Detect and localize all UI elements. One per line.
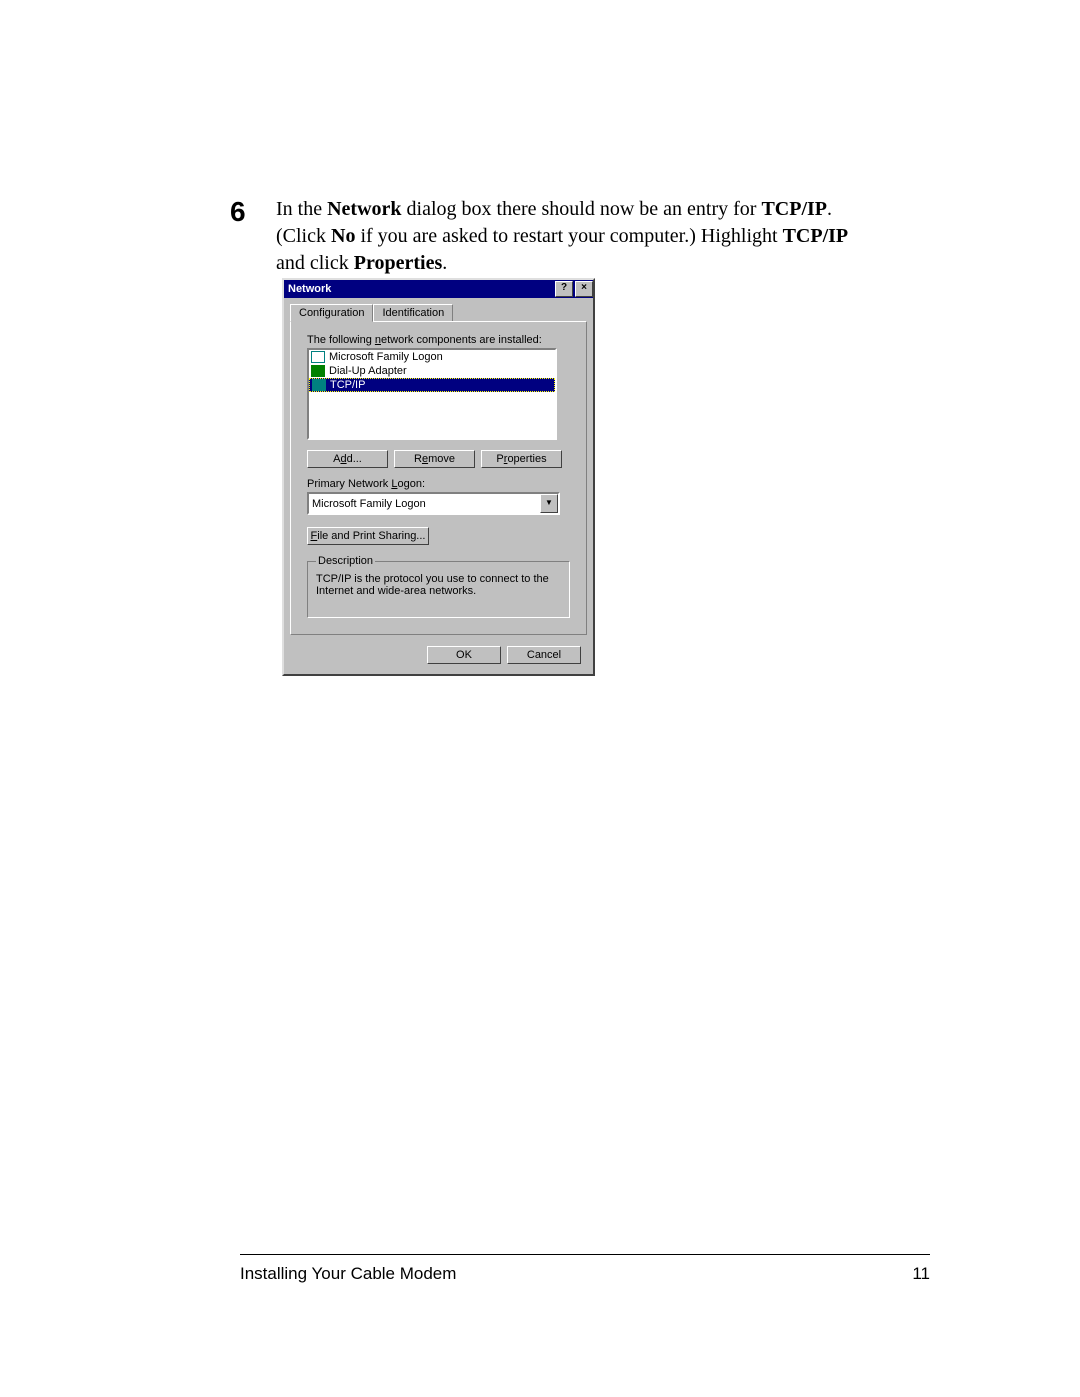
- text: ile and Print Sharing...: [317, 530, 425, 542]
- select-value: Microsoft Family Logon: [312, 498, 426, 510]
- list-item[interactable]: Microsoft Family Logon: [309, 350, 555, 364]
- list-item-label: TCP/IP: [330, 379, 365, 391]
- footer-rule: [240, 1254, 930, 1255]
- bold-network: Network: [327, 198, 401, 220]
- help-button[interactable]: ?: [555, 281, 573, 297]
- text: and click: [276, 252, 354, 274]
- description-groupbox: Description TCP/IP is the protocol you u…: [307, 555, 570, 618]
- text: etwork components are installed:: [381, 334, 542, 346]
- properties-button[interactable]: Properties: [481, 450, 562, 468]
- primary-logon-label: Primary Network Logon:: [307, 478, 570, 490]
- text: Primary Network: [307, 478, 391, 490]
- tab-identification[interactable]: Identification: [373, 304, 453, 321]
- step-instruction: In the Network dialog box there should n…: [276, 196, 850, 277]
- text: .: [442, 252, 447, 274]
- file-print-sharing-button[interactable]: File and Print Sharing...: [307, 527, 429, 545]
- bold-tcpip2: TCP/IP: [783, 225, 849, 247]
- components-listbox[interactable]: Microsoft Family Logon Dial-Up Adapter T…: [307, 348, 557, 440]
- remove-button[interactable]: Remove: [394, 450, 475, 468]
- list-item[interactable]: Dial-Up Adapter: [309, 364, 555, 378]
- titlebar[interactable]: Network ? ×: [284, 280, 593, 298]
- component-buttons: Add... Remove Properties: [307, 450, 570, 468]
- list-item-selected[interactable]: TCP/IP: [309, 378, 555, 392]
- tabs: ConfigurationIdentification: [284, 298, 593, 322]
- step-block: 6 In the Network dialog box there should…: [250, 196, 850, 277]
- titlebar-buttons: ? ×: [553, 281, 593, 297]
- list-item-label: Dial-Up Adapter: [329, 365, 407, 377]
- manual-page: 6 In the Network dialog box there should…: [0, 0, 1080, 1397]
- list-item-label: Microsoft Family Logon: [329, 351, 443, 363]
- text: In the: [276, 198, 327, 220]
- primary-logon-select[interactable]: Microsoft Family Logon ▼: [307, 492, 560, 515]
- text: R: [414, 453, 422, 465]
- cancel-button[interactable]: Cancel: [507, 646, 581, 664]
- close-button[interactable]: ×: [575, 281, 593, 297]
- add-button[interactable]: Add...: [307, 450, 388, 468]
- text: d...: [347, 453, 362, 465]
- dialog-footer: OK Cancel: [284, 642, 593, 674]
- footer-title: Installing Your Cable Modem: [240, 1264, 456, 1284]
- chevron-down-icon[interactable]: ▼: [540, 494, 558, 513]
- description-legend: Description: [316, 555, 375, 567]
- dialog-title: Network: [288, 283, 331, 295]
- step-number: 6: [230, 196, 246, 228]
- text: move: [428, 453, 455, 465]
- text: dialog box there should now be an entry …: [402, 198, 762, 220]
- description-text: TCP/IP is the protocol you use to connec…: [316, 573, 561, 597]
- ok-button[interactable]: OK: [427, 646, 501, 664]
- network-dialog: Network ? × ConfigurationIdentification …: [282, 278, 595, 676]
- text: The following: [307, 334, 375, 346]
- page-number: 11: [912, 1264, 930, 1284]
- text: operties: [507, 453, 546, 465]
- protocol-icon: [312, 379, 326, 391]
- tab-panel-configuration: The following network components are ins…: [290, 321, 587, 635]
- client-icon: [311, 351, 325, 363]
- text: ogon:: [397, 478, 425, 490]
- text: if you are asked to restart your compute…: [355, 225, 782, 247]
- adapter-icon: [311, 365, 325, 377]
- components-label: The following network components are ins…: [307, 334, 570, 346]
- bold-tcpip: TCP/IP: [761, 198, 827, 220]
- text: P: [496, 453, 503, 465]
- file-print-sharing-row: File and Print Sharing...: [307, 527, 570, 545]
- tab-configuration[interactable]: Configuration: [290, 304, 373, 322]
- bold-no: No: [331, 225, 355, 247]
- bold-properties: Properties: [354, 252, 443, 274]
